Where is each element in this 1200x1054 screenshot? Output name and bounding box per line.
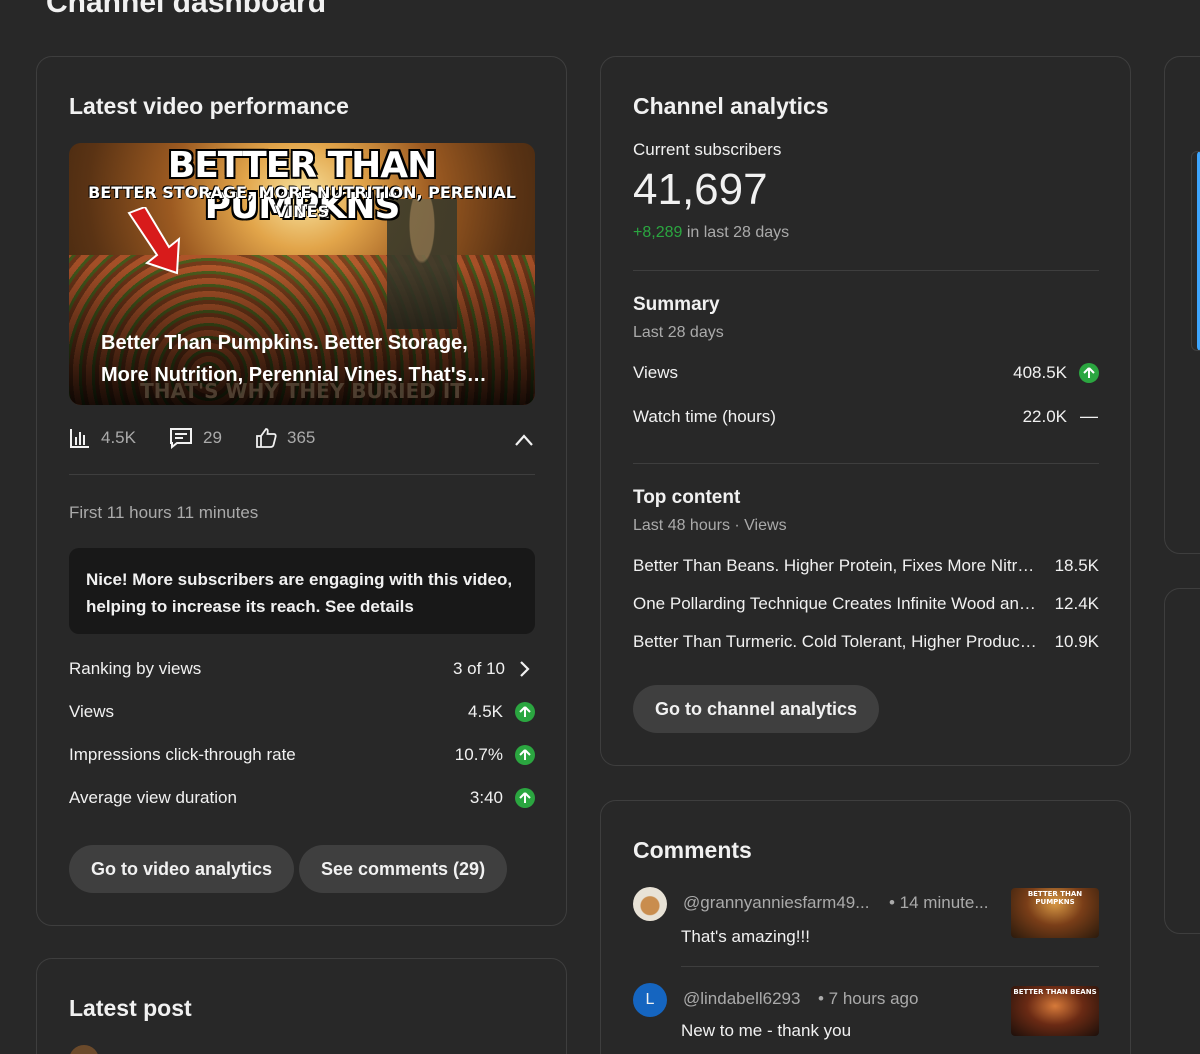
top-content-title-text: Better Than Beans. Higher Protein, Fixes… bbox=[633, 556, 1055, 575]
arrow-up-icon bbox=[1079, 363, 1099, 383]
summary-views-value: 408.5K bbox=[1013, 363, 1067, 382]
views-metric-row: Views 4.5K bbox=[69, 702, 535, 722]
latest-video-card: Latest video performance BETTER THAN PUM… bbox=[36, 56, 567, 926]
subscribers-count: 41,697 bbox=[633, 165, 768, 214]
side-card-bottom bbox=[1164, 588, 1200, 934]
channel-analytics-button[interactable]: Go to channel analytics bbox=[633, 685, 880, 733]
ctr-row: Impressions click-through rate 10.7% bbox=[69, 745, 535, 765]
top-content-views: 10.9K bbox=[1054, 632, 1099, 651]
summary-views-row: Views 408.5K bbox=[633, 363, 1099, 383]
engagement-notice[interactable]: Nice! More subscribers are engaging with… bbox=[69, 548, 535, 634]
comment-item[interactable]: @grannyanniesfarm49... • 14 minute... Th… bbox=[633, 887, 1099, 967]
summary-period: Last 28 days bbox=[633, 324, 724, 341]
views-metric-value: 4.5K bbox=[468, 702, 503, 721]
latest-video-title: Latest video performance bbox=[69, 93, 349, 119]
avatar-letter: L bbox=[645, 991, 655, 1008]
top-content-item[interactable]: One Pollarding Technique Creates Infinit… bbox=[633, 594, 1099, 614]
latest-post-title: Latest post bbox=[69, 995, 192, 1021]
arrow-up-icon bbox=[515, 788, 535, 808]
comment-author[interactable]: @grannyanniesfarm49... bbox=[683, 893, 869, 913]
avd-value: 3:40 bbox=[469, 788, 503, 807]
ctr-value: 10.7% bbox=[454, 745, 503, 764]
mini-thumb-text: BETTER THAN BEANS bbox=[1013, 988, 1097, 996]
summary-title: Summary bbox=[633, 294, 720, 315]
channel-analytics-card: Channel analytics Current subscribers 41… bbox=[600, 56, 1131, 766]
ctr-label: Impressions click-through rate bbox=[69, 745, 296, 764]
summary-watch-label: Watch time (hours) bbox=[633, 406, 776, 426]
top-content-views: 18.5K bbox=[1054, 556, 1099, 575]
avd-label: Average view duration bbox=[69, 788, 237, 807]
video-analytics-button[interactable]: Go to video analytics bbox=[69, 845, 295, 893]
video-title: Better Than Pumpkins. Better Storage, Mo… bbox=[101, 332, 468, 386]
page-title: Channel dashboard bbox=[46, 0, 327, 19]
likes-count: 365 bbox=[287, 428, 316, 447]
latest-post-card: Latest post bbox=[36, 958, 567, 1054]
subscribers-delta-line: +8,289 in last 28 days bbox=[633, 224, 789, 242]
thumbs-up-icon bbox=[256, 428, 277, 448]
comment-video-thumb[interactable]: BETTER THAN BEANS bbox=[1011, 986, 1099, 1036]
chevron-right-icon bbox=[520, 661, 530, 677]
subscribers-delta-suffix: in last 28 days bbox=[682, 224, 790, 241]
top-content-title: Top content bbox=[633, 487, 741, 508]
top-content-title-text: Better Than Turmeric. Cold Tolerant, Hig… bbox=[633, 632, 1048, 651]
arrow-icon bbox=[127, 207, 181, 275]
comments-count: 29 bbox=[203, 428, 222, 447]
side-card-top bbox=[1164, 56, 1200, 554]
top-content-period: Last 48 hours · Views bbox=[633, 517, 787, 534]
arrow-up-icon bbox=[515, 745, 535, 765]
arrow-up-icon bbox=[515, 702, 535, 722]
comment-time: • 14 minute... bbox=[889, 893, 989, 912]
video-thumbnail[interactable]: BETTER THAN PUMPKNS BETTER STORAGE, MORE… bbox=[69, 143, 535, 405]
views-stat: 4.5K bbox=[69, 427, 136, 449]
top-content-item[interactable]: Better Than Turmeric. Cold Tolerant, Hig… bbox=[633, 632, 1099, 652]
comment-time: • 7 hours ago bbox=[818, 989, 919, 1008]
ranking-value: 3 of 10 bbox=[453, 659, 505, 678]
summary-views-label: Views bbox=[633, 363, 679, 382]
see-comments-button[interactable]: See comments (29) bbox=[299, 845, 508, 893]
comment-video-thumb[interactable]: BETTER THAN PUMPKNS bbox=[1011, 888, 1099, 938]
top-content-item[interactable]: Better Than Beans. Higher Protein, Fixes… bbox=[633, 556, 1099, 576]
post-avatar bbox=[69, 1045, 99, 1054]
subscribers-delta: +8,289 bbox=[633, 224, 683, 241]
summary-watch-value: 22.0K bbox=[1022, 406, 1067, 426]
comment-text: New to me - thank you bbox=[681, 1021, 852, 1040]
avatar bbox=[633, 887, 667, 921]
comment-icon bbox=[170, 428, 192, 449]
mini-thumb-text: BETTER THAN PUMPKNS bbox=[1027, 890, 1083, 906]
comments-stat: 29 bbox=[169, 427, 222, 449]
top-content-views: 12.4K bbox=[1054, 594, 1099, 613]
views-count: 4.5K bbox=[101, 428, 136, 447]
avd-row: Average view duration 3:40 bbox=[69, 788, 535, 808]
comments-title: Comments bbox=[633, 837, 752, 863]
ranking-row[interactable]: Ranking by views 3 of 10 bbox=[69, 659, 535, 679]
comment-item[interactable]: L @lindabell6293 • 7 hours ago New to me… bbox=[633, 983, 1099, 1054]
channel-analytics-title: Channel analytics bbox=[633, 93, 829, 119]
views-metric-label: Views bbox=[69, 702, 115, 721]
bar-chart-icon bbox=[70, 429, 89, 448]
top-content-title-text: One Pollarding Technique Creates Infinit… bbox=[633, 594, 1055, 613]
comment-author[interactable]: @lindabell6293 bbox=[683, 989, 800, 1009]
ranking-label: Ranking by views bbox=[69, 659, 202, 678]
comments-card: Comments @grannyanniesfarm49... • 14 min… bbox=[600, 800, 1131, 1054]
subscribers-label: Current subscribers bbox=[633, 140, 782, 159]
avatar: L bbox=[633, 983, 667, 1017]
video-period: First 11 hours 11 minutes bbox=[69, 503, 259, 522]
comment-text: That's amazing!!! bbox=[681, 927, 810, 946]
summary-watch-row: Watch time (hours) 22.0K — bbox=[633, 406, 1099, 427]
no-change-icon: — bbox=[1080, 406, 1098, 426]
chevron-up-icon[interactable] bbox=[514, 433, 534, 447]
likes-stat: 365 bbox=[255, 427, 315, 449]
